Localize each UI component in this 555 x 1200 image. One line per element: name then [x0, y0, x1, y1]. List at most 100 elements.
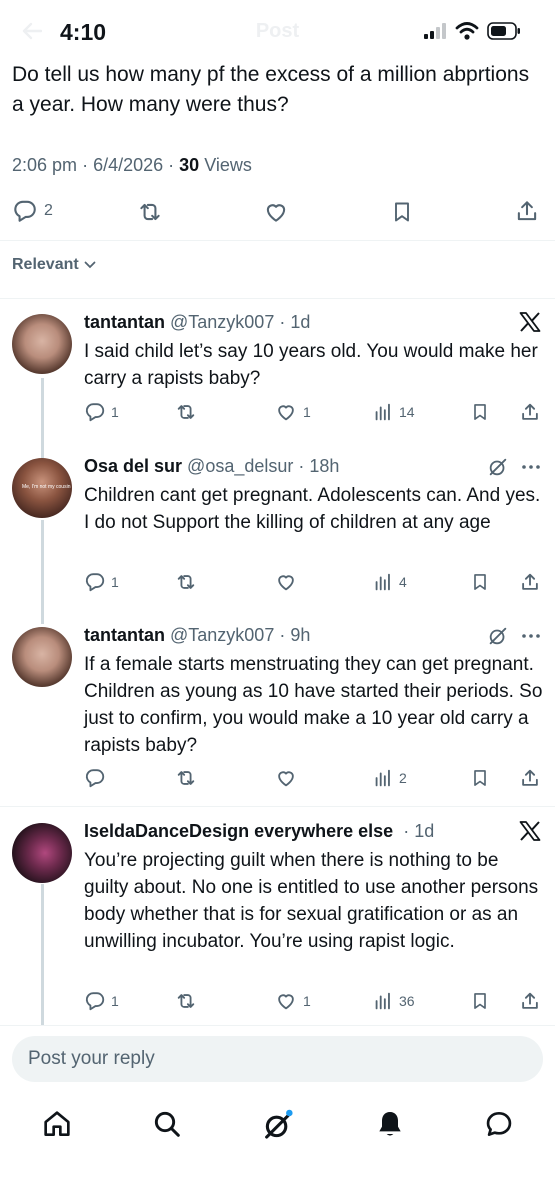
post-text: Do tell us how many pf the excess of a m…: [12, 63, 530, 116]
messages-icon[interactable]: [483, 1108, 515, 1140]
author-name[interactable]: Osa del sur: [84, 456, 182, 477]
time-separator: ·: [274, 312, 291, 332]
more-options-icon[interactable]: [521, 633, 541, 639]
analytics-icon: [372, 767, 394, 789]
grok-icon[interactable]: [487, 625, 509, 647]
heart-icon: [274, 767, 298, 789]
repost-button[interactable]: [136, 199, 164, 225]
views-count: 2: [399, 770, 407, 786]
wifi-icon: [455, 22, 479, 40]
avatar[interactable]: [12, 823, 72, 883]
post-time[interactable]: 2:06 pm: [12, 155, 77, 175]
reply-text: You’re projecting guilt when there is no…: [84, 850, 539, 952]
like-button[interactable]: 1: [274, 401, 311, 423]
bookmark-button[interactable]: [470, 990, 490, 1012]
status-icons: [423, 22, 521, 40]
author-handle[interactable]: @osa_delsur: [187, 456, 293, 477]
share-button[interactable]: [519, 401, 541, 423]
repost-button[interactable]: [174, 571, 203, 593]
more-options-icon[interactable]: [521, 464, 541, 470]
avatar[interactable]: [12, 627, 72, 687]
views-button[interactable]: 2: [372, 767, 407, 789]
reply-text: I said child let’s say 10 years old. You…: [84, 341, 538, 389]
time-separator: ·: [398, 821, 415, 841]
views-button[interactable]: 36: [372, 990, 415, 1012]
share-button[interactable]: [514, 198, 540, 224]
reply-header: Osa del sur @osa_delsur · 18h: [84, 456, 339, 477]
reply-time[interactable]: 9h: [290, 625, 310, 646]
bookmark-button[interactable]: [470, 401, 490, 423]
heart-icon: [274, 401, 298, 423]
share-button[interactable]: [519, 990, 541, 1012]
reply-button[interactable]: 1: [84, 571, 119, 593]
like-button[interactable]: [274, 767, 303, 789]
views-label[interactable]: Views: [204, 155, 252, 175]
views-count: 36: [399, 993, 415, 1009]
reply-count: 1: [111, 993, 119, 1009]
like-button[interactable]: [274, 571, 303, 593]
views-count: 14: [399, 404, 415, 420]
divider: [0, 806, 555, 807]
divider: [0, 298, 555, 299]
reply-action-bar: 1 1 14: [0, 401, 555, 425]
reply-button[interactable]: 1: [84, 990, 119, 1012]
reply-icon: [84, 401, 106, 423]
reply-time[interactable]: 18h: [309, 456, 339, 477]
like-button[interactable]: [262, 199, 290, 225]
analytics-icon: [372, 990, 394, 1012]
reply-button[interactable]: 2: [12, 198, 53, 224]
views-count: 4: [399, 574, 407, 590]
author-name[interactable]: tantantan: [84, 625, 165, 646]
battery-icon: [487, 22, 521, 40]
views-button[interactable]: 14: [372, 401, 415, 423]
reply-count: 2: [44, 202, 53, 219]
grok-icon[interactable]: [487, 456, 509, 478]
author-handle[interactable]: @Tanzyk007: [170, 625, 274, 646]
reply-text: If a female starts menstruating they can…: [84, 654, 543, 756]
reply-header: IseldaDanceDesign everywhere else · 1d: [84, 821, 434, 842]
repost-button[interactable]: [174, 401, 203, 423]
bookmark-button[interactable]: [390, 199, 414, 225]
avatar[interactable]: [12, 314, 72, 374]
reply-icon: [84, 767, 106, 789]
bookmark-button[interactable]: [470, 571, 490, 593]
author-name[interactable]: IseldaDanceDesign everywhere else: [84, 821, 393, 842]
repost-button[interactable]: [174, 767, 203, 789]
home-icon[interactable]: [41, 1108, 73, 1140]
reply-button[interactable]: [84, 767, 111, 789]
grok-icon[interactable]: [261, 1108, 295, 1142]
repost-icon: [174, 767, 198, 789]
sort-dropdown[interactable]: Relevant: [12, 256, 97, 274]
sort-label: Relevant: [12, 256, 79, 273]
reply-count: 1: [111, 404, 119, 420]
share-icon: [519, 767, 541, 789]
reply-action-bar: 1 4: [0, 571, 555, 595]
search-icon[interactable]: [151, 1108, 183, 1140]
author-handle[interactable]: @Tanzyk007: [170, 312, 274, 333]
divider: [0, 240, 555, 241]
cellular-signal-icon: [423, 23, 447, 39]
views-button[interactable]: 4: [372, 571, 407, 593]
reply-action-bar: 2: [0, 767, 555, 791]
share-button[interactable]: [519, 767, 541, 789]
reply-input[interactable]: Post your reply: [12, 1036, 543, 1082]
post-meta: 2:06 pm · 6/4/2026 · 30 Views: [12, 155, 252, 176]
post-date[interactable]: 6/4/2026: [93, 155, 163, 175]
repost-icon: [136, 199, 164, 225]
share-button[interactable]: [519, 571, 541, 593]
status-bar: Post 4:10: [0, 0, 555, 62]
bookmark-icon: [470, 767, 490, 789]
repost-button[interactable]: [174, 990, 203, 1012]
author-name[interactable]: tantantan: [84, 312, 165, 333]
like-button[interactable]: 1: [274, 990, 311, 1012]
reply-time[interactable]: 1d: [414, 821, 434, 842]
meta-separator: ·: [168, 155, 180, 175]
repost-icon: [174, 401, 198, 423]
bottom-nav: [0, 1100, 555, 1150]
heart-icon: [274, 571, 298, 593]
notifications-icon[interactable]: [374, 1108, 406, 1140]
reply-button[interactable]: 1: [84, 401, 119, 423]
avatar[interactable]: Me, I'm not my cousin: [12, 458, 72, 518]
reply-time[interactable]: 1d: [290, 312, 310, 333]
bookmark-button[interactable]: [470, 767, 490, 789]
